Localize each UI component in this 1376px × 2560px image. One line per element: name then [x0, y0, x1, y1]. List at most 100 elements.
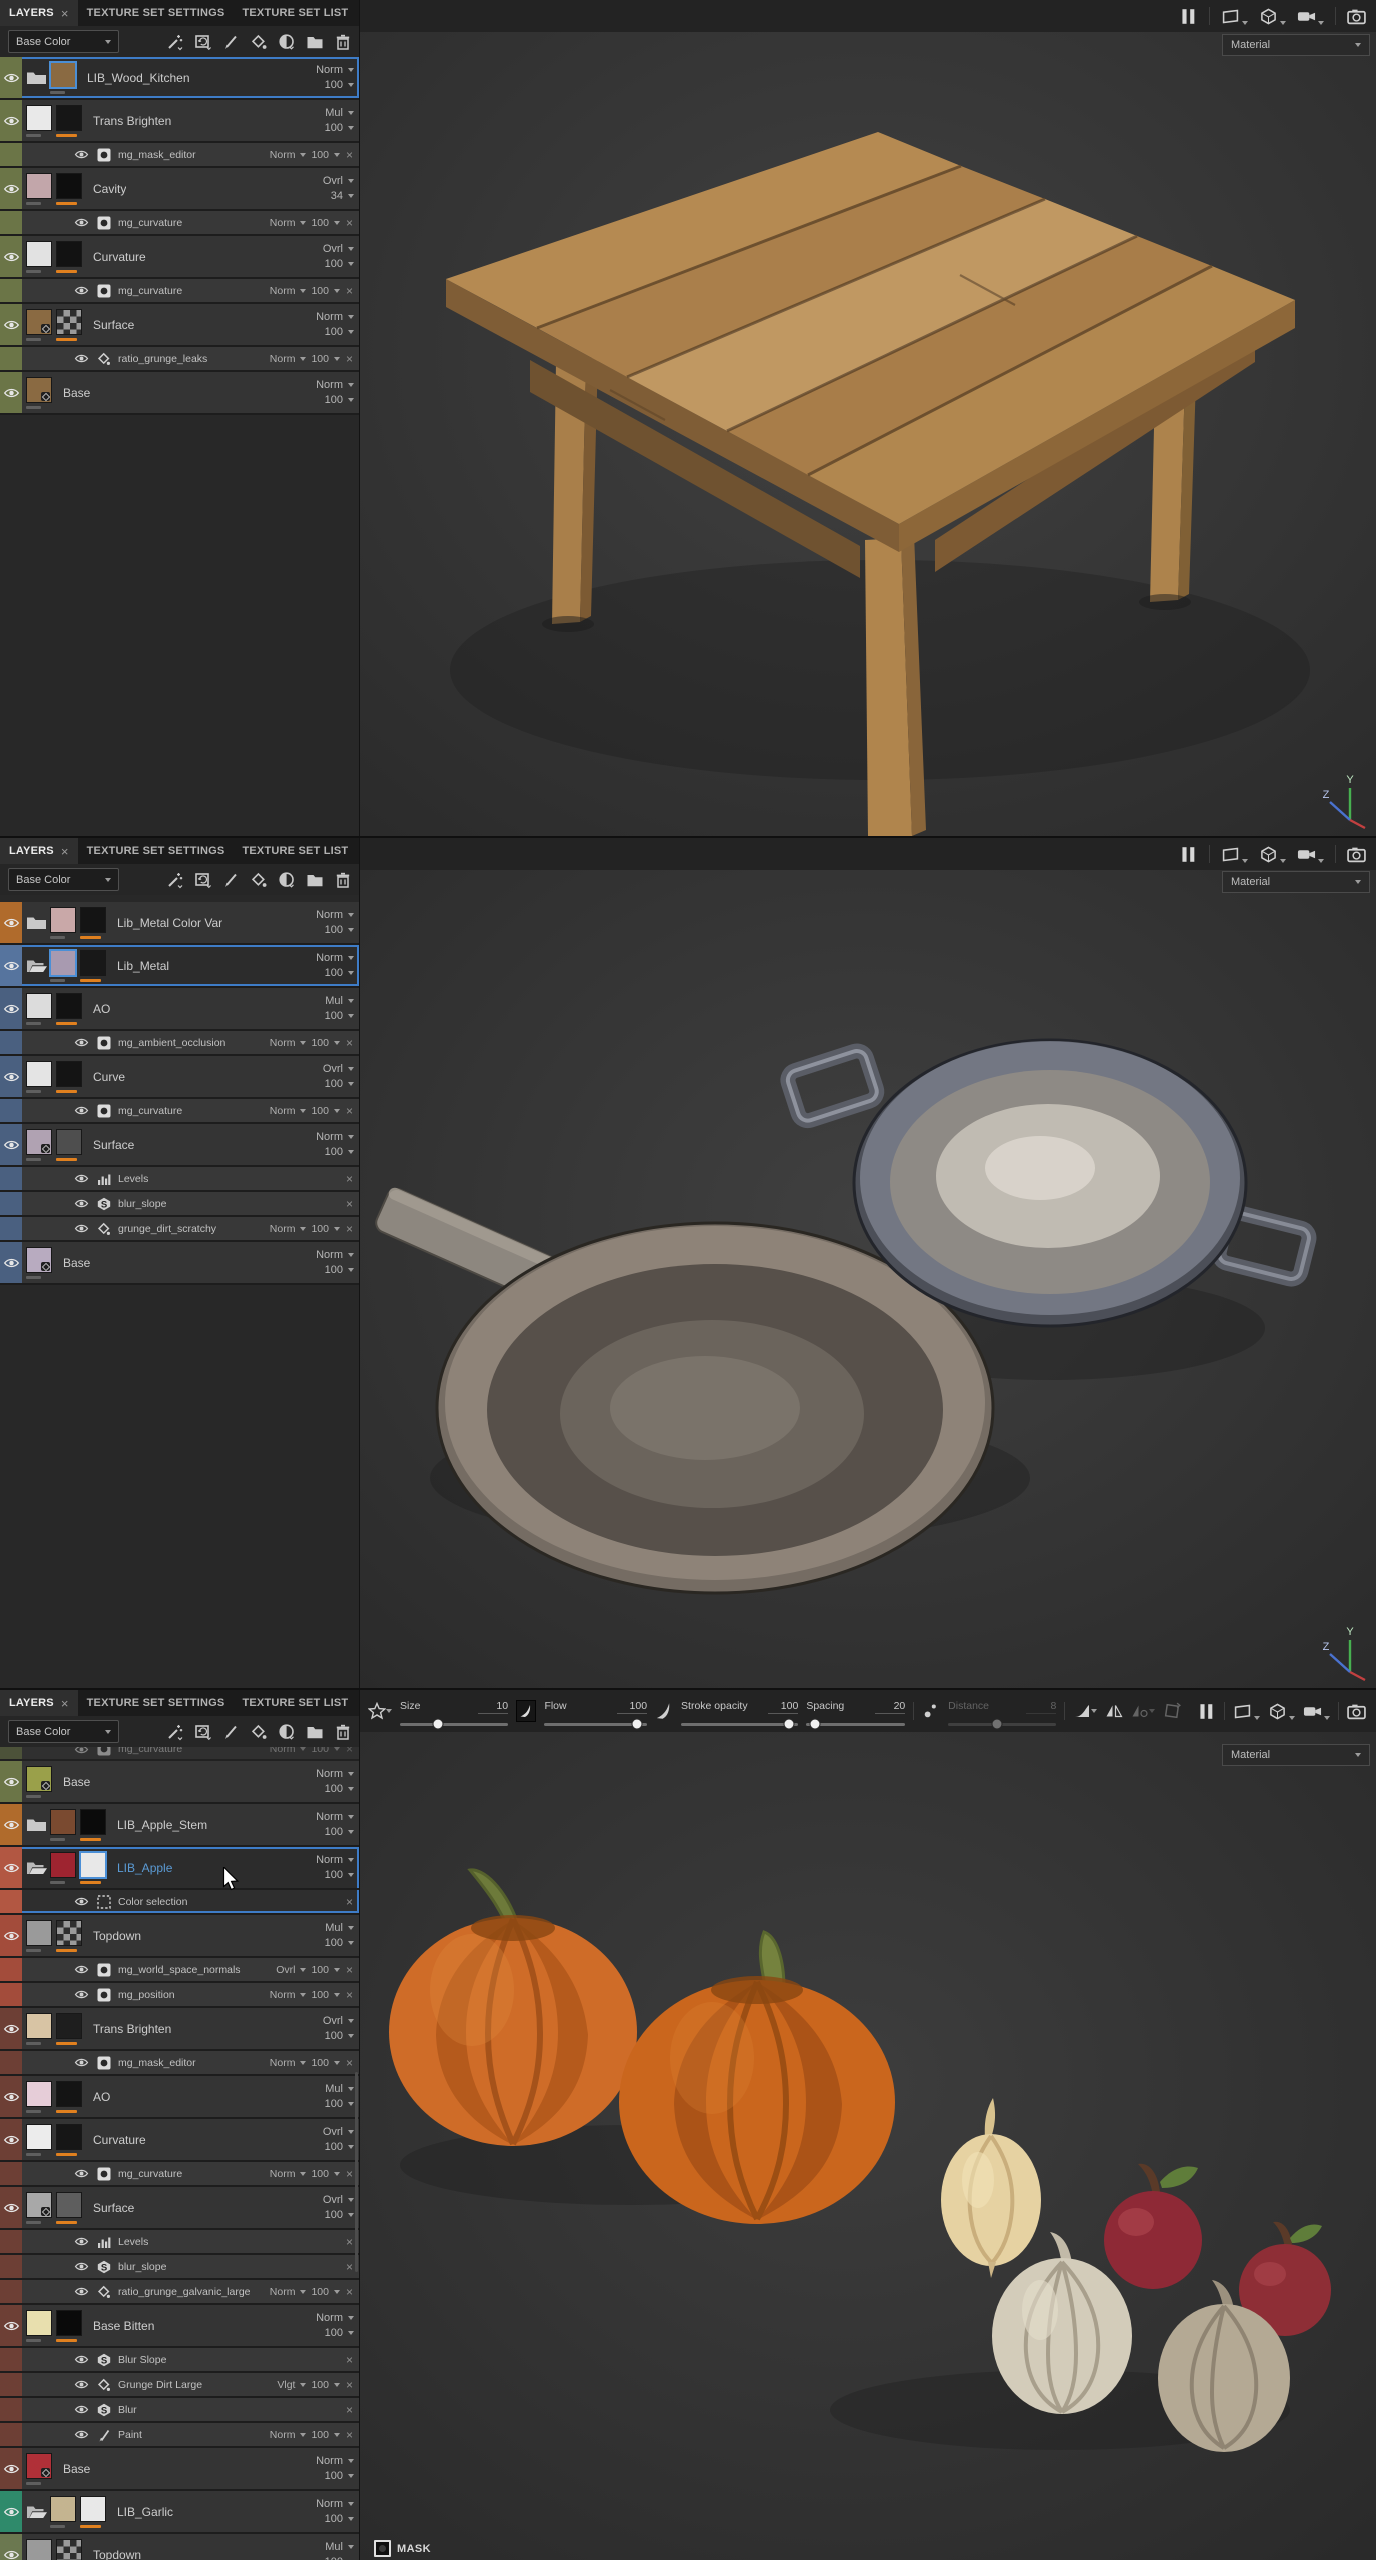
tab-texture-set-settings[interactable]: TEXTURE SET SETTINGS [78, 1690, 234, 1716]
snapshot-icon[interactable] [1347, 1703, 1366, 1720]
layer-thumbnail[interactable] [56, 104, 82, 131]
eye-icon[interactable] [74, 2404, 89, 2415]
remove-effect-button[interactable]: × [345, 1105, 354, 1117]
layer-row[interactable]: AO Mul 100 [0, 988, 359, 1031]
effect-row[interactable]: mg_position Norm 100 × [0, 1983, 359, 2008]
blend-mode-select[interactable]: Norm [270, 2057, 296, 2069]
effect-row[interactable]: ratio_grunge_galvanic_large Norm 100 × [0, 2280, 359, 2305]
blend-mode-select[interactable]: Norm [316, 2498, 354, 2510]
layer-row[interactable]: Trans Brighten Mul 100 [0, 100, 359, 143]
eye-icon[interactable] [74, 1989, 89, 2000]
layer-thumbnail[interactable] [26, 172, 52, 199]
channel-filter-dropdown[interactable]: Base Color [8, 868, 119, 891]
eye-icon[interactable] [3, 2091, 20, 2103]
eye-icon[interactable] [74, 1037, 89, 1048]
eye-icon[interactable] [74, 1747, 89, 1755]
remove-effect-button[interactable]: × [345, 1989, 354, 2001]
effect-row[interactable]: Color selection × [0, 1890, 359, 1915]
opacity-select[interactable]: 100 [311, 1223, 329, 1235]
remove-effect-button[interactable]: × [345, 217, 354, 229]
brush-size-control[interactable]: Size 10 [400, 1697, 509, 1730]
layer-row[interactable]: Base Norm 100 [0, 1242, 359, 1285]
layer-thumbnail[interactable] [56, 240, 82, 267]
opacity-select[interactable]: 100 [325, 1869, 354, 1881]
opacity-select[interactable]: 34 [331, 190, 354, 202]
stroke-opacity-slider-knob[interactable] [783, 1718, 795, 1730]
blend-mode-select[interactable]: Norm [316, 1249, 354, 1261]
scrollbar[interactable] [355, 1747, 358, 2560]
channel-filter-dropdown[interactable]: Base Color [8, 1720, 119, 1743]
eye-icon[interactable] [74, 2354, 89, 2365]
viewport-3d-metal-pans[interactable]: Material Y Z [360, 838, 1376, 1688]
blend-mode-select[interactable]: Norm [270, 1989, 296, 2001]
blend-mode-select[interactable]: Norm [270, 1747, 296, 1755]
blend-mode-select[interactable]: Ovrl [323, 2194, 354, 2206]
eye-icon[interactable] [3, 1819, 20, 1831]
remove-effect-button[interactable]: × [345, 1173, 354, 1185]
blend-mode-select[interactable]: Mul [325, 2541, 354, 2553]
remove-effect-button[interactable]: × [345, 2057, 354, 2069]
effect-row[interactable]: ratio_grunge_leaks Norm 100 × [0, 347, 359, 372]
opacity-select[interactable]: 100 [311, 1989, 329, 2001]
remove-effect-button[interactable]: × [345, 2168, 354, 2180]
eye-icon[interactable] [3, 1930, 20, 1942]
opacity-select[interactable]: 100 [325, 2470, 354, 2482]
channel-filter-dropdown[interactable]: Base Color [8, 30, 119, 53]
add-folder-icon[interactable] [306, 33, 324, 51]
mesh-cube-icon[interactable] [1259, 8, 1286, 25]
effect-row[interactable]: mg_curvature Norm 100 × [0, 1099, 359, 1124]
remove-effect-button[interactable]: × [345, 285, 354, 297]
eye-icon[interactable] [74, 2429, 89, 2440]
layer-row[interactable]: Lib_Metal Color Var Norm 100 [0, 902, 359, 945]
eye-icon[interactable] [74, 217, 89, 228]
tab-layers[interactable]: LAYERS × [0, 0, 78, 26]
paint-brush-icon[interactable] [222, 1723, 240, 1741]
layer-thumbnail[interactable] [26, 104, 52, 131]
layer-thumbnail[interactable] [50, 1851, 76, 1878]
opacity-select[interactable]: 100 [311, 1964, 329, 1976]
tab-texture-set-list[interactable]: TEXTURE SET LIST [233, 838, 357, 864]
smart-material-wand-icon[interactable] [166, 1723, 184, 1741]
opacity-select[interactable]: 100 [311, 1105, 329, 1117]
eye-icon[interactable] [74, 2057, 89, 2068]
eye-icon[interactable] [3, 1139, 20, 1151]
trash-icon[interactable] [334, 1723, 352, 1741]
layer-thumbnail[interactable] [26, 2080, 52, 2107]
layer-row[interactable]: AO Mul 100 [0, 2076, 359, 2119]
folder-closed-icon[interactable] [26, 1817, 47, 1832]
size-slider-knob[interactable] [432, 1718, 444, 1730]
layer-thumbnail[interactable] [26, 1060, 52, 1087]
layer-thumbnail[interactable] [26, 2538, 52, 2560]
blend-mode-select[interactable]: Mul [325, 2083, 354, 2095]
effect-row[interactable]: mg_curvature Norm 100 × [0, 2162, 359, 2187]
layer-row[interactable]: Curvature Ovrl 100 [0, 2119, 359, 2162]
eye-icon[interactable] [74, 1896, 89, 1907]
layer-row[interactable]: Surface Norm 100 [0, 304, 359, 347]
tab-texture-set-list[interactable]: TEXTURE SET LIST [233, 1690, 357, 1716]
eye-icon[interactable] [3, 1003, 20, 1015]
opacity-select[interactable]: 100 [325, 122, 354, 134]
layer-thumbnail[interactable] [56, 992, 82, 1019]
tab-texture-set-settings[interactable]: TEXTURE SET SETTINGS [78, 838, 234, 864]
opacity-select[interactable]: 100 [311, 285, 329, 297]
opacity-select[interactable]: 100 [311, 217, 329, 229]
layer-row[interactable]: LIB_Apple_Stem Norm 100 [0, 1804, 359, 1847]
trash-icon[interactable] [334, 33, 352, 51]
stroke-opacity-slider[interactable] [681, 1718, 799, 1730]
layer-row[interactable]: LIB_Apple Norm 100 [0, 1847, 359, 1890]
add-folder-icon[interactable] [306, 871, 324, 889]
effect-row[interactable]: S Blur × [0, 2398, 359, 2423]
smart-mask-icon[interactable] [278, 33, 296, 51]
opacity-select[interactable]: 100 [325, 1146, 354, 1158]
scene-wood-table[interactable] [360, 0, 1376, 836]
blend-mode-select[interactable]: Norm [316, 909, 354, 921]
effect-row[interactable]: Sblur_slope × [0, 1192, 359, 1217]
tab-layers[interactable]: LAYERS × [0, 1690, 78, 1716]
size-slider[interactable] [400, 1718, 509, 1730]
opacity-select[interactable]: 100 [311, 2429, 329, 2441]
close-icon[interactable]: × [61, 7, 69, 20]
display-settings-icon[interactable] [1221, 846, 1248, 863]
fill-layer-icon[interactable] [194, 871, 212, 889]
eye-icon[interactable] [74, 2236, 89, 2247]
remove-effect-button[interactable]: × [345, 1037, 354, 1049]
